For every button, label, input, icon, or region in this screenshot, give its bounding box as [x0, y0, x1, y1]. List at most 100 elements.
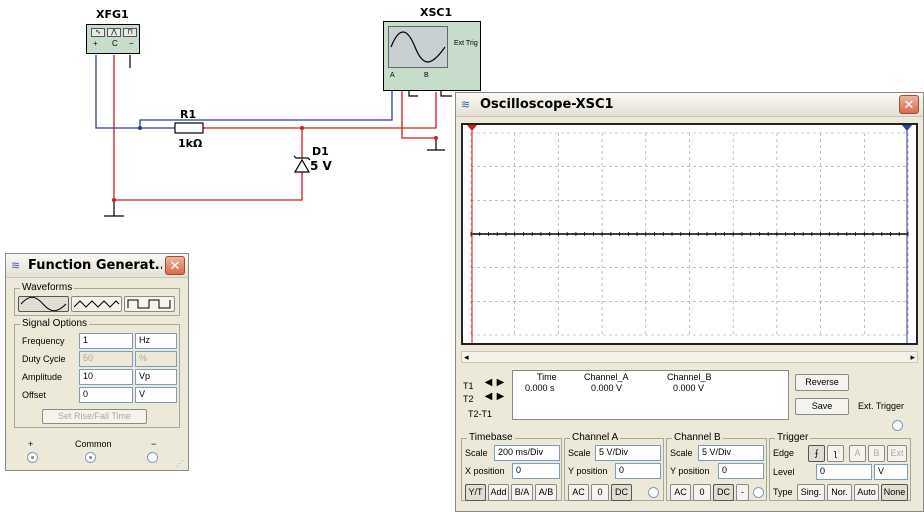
- t1-time-value: 0.000 s: [525, 383, 555, 393]
- xfg-plus-label: +: [93, 39, 98, 48]
- channel-a-terminal[interactable]: [648, 487, 659, 498]
- scope-display[interactable]: [461, 123, 918, 345]
- offset-input[interactable]: 0: [79, 387, 133, 403]
- oscilloscope-titlebar[interactable]: ≋ Oscilloscope-XSC1 ✕: [456, 93, 923, 117]
- rising-edge-button[interactable]: ⨍: [808, 445, 825, 462]
- t1-left-arrow[interactable]: ◀: [483, 378, 494, 389]
- xfg-common-label: C: [112, 39, 118, 48]
- reverse-button[interactable]: Reverse: [795, 374, 849, 391]
- amplitude-input[interactable]: 10: [79, 369, 133, 385]
- level-unit[interactable]: V: [874, 464, 908, 480]
- trigger-title: Trigger: [775, 432, 811, 443]
- trigger-group: Trigger Edge ⨍ ʅ A B Ext Level 0 V Type …: [769, 432, 911, 501]
- trigger-source-a-button[interactable]: A: [849, 445, 866, 462]
- sine-icon: ∿: [91, 28, 105, 37]
- scroll-left-icon[interactable]: ◂: [464, 352, 469, 363]
- normal-trigger-button[interactable]: Nor.: [827, 484, 852, 501]
- single-trigger-button[interactable]: Sing.: [797, 484, 825, 501]
- channel-a-scale-input[interactable]: 5 V/Div: [595, 445, 661, 461]
- offset-unit[interactable]: V: [135, 387, 177, 403]
- sine-wave-button[interactable]: [18, 296, 69, 312]
- channel-a-y-position-input[interactable]: 0: [615, 463, 661, 479]
- timebase-title: Timebase: [467, 432, 515, 443]
- channel-b-terminal[interactable]: [753, 487, 764, 498]
- close-button[interactable]: ✕: [165, 256, 185, 275]
- frequency-input[interactable]: 1: [79, 333, 133, 349]
- cursor-t2-marker: [902, 125, 912, 131]
- none-trigger-button[interactable]: None: [881, 484, 908, 501]
- col-time-header: Time: [537, 372, 557, 382]
- auto-trigger-button[interactable]: Auto: [854, 484, 879, 501]
- ext-trigger-terminal[interactable]: [892, 420, 903, 431]
- t2-right-arrow[interactable]: ▶: [495, 392, 506, 403]
- channel-b-minus-button[interactable]: -: [736, 484, 749, 501]
- triangle-wave-button[interactable]: [71, 296, 122, 312]
- channel-b-dc-button[interactable]: DC: [713, 484, 734, 501]
- sine-icon: [20, 296, 67, 312]
- terminal-common-radio[interactable]: [85, 452, 96, 463]
- scroll-right-icon[interactable]: ▸: [910, 352, 915, 363]
- channel-b-ac-button[interactable]: AC: [670, 484, 691, 501]
- channel-b-y-position-input[interactable]: 0: [718, 463, 764, 479]
- x-position-input[interactable]: 0: [512, 463, 560, 479]
- scope-screen-icon: [388, 26, 448, 68]
- offset-label: Offset: [22, 390, 46, 400]
- terminal-common-label: Common: [75, 439, 112, 449]
- t2-left-arrow[interactable]: ◀: [483, 392, 494, 403]
- d1-label: D1: [312, 145, 329, 158]
- falling-edge-button[interactable]: ʅ: [827, 445, 844, 462]
- t1-label: T1: [463, 381, 474, 391]
- cursor-readout-table: Time Channel_A Channel_B 0.000 s 0.000 V…: [512, 370, 789, 420]
- oscilloscope-title: Oscilloscope-XSC1: [480, 97, 614, 112]
- level-input[interactable]: 0: [816, 464, 872, 480]
- xsc-label: XSC1: [420, 6, 453, 19]
- terminal-plus-radio[interactable]: [27, 452, 38, 463]
- type-label: Type: [773, 487, 793, 497]
- a-over-b-button[interactable]: A/B: [535, 484, 557, 501]
- duty-cycle-input[interactable]: 50: [79, 351, 133, 367]
- add-button[interactable]: Add: [488, 484, 509, 501]
- channel-b-scale-input[interactable]: 5 V/Div: [698, 445, 764, 461]
- ext-trig-label: Ext Trig: [454, 40, 478, 47]
- channel-a-dc-button[interactable]: DC: [611, 484, 632, 501]
- function-generator-symbol[interactable]: ∿ ⋀ ⊓ + C −: [86, 24, 140, 54]
- d1-value: 5 V: [310, 159, 332, 173]
- function-generator-titlebar[interactable]: ≋ Function Generat... ✕: [6, 254, 188, 278]
- trigger-source-b-button[interactable]: B: [868, 445, 885, 462]
- scope-scrollbar[interactable]: ◂ ▸: [461, 351, 918, 363]
- col-channel-b-header: Channel_B: [667, 372, 712, 382]
- close-button[interactable]: ✕: [899, 95, 919, 114]
- amplitude-unit[interactable]: Vp: [135, 369, 177, 385]
- app-icon: ≋: [11, 260, 21, 272]
- channel-a-group: Channel A Scale 5 V/Div Y position 0 AC …: [564, 432, 664, 501]
- resize-grip-icon[interactable]: ⋰: [176, 459, 184, 468]
- signal-options-group: Signal Options Frequency 1 Hz Duty Cycle…: [14, 318, 180, 428]
- channel-b-zero-button[interactable]: 0: [693, 484, 711, 501]
- t1-right-arrow[interactable]: ▶: [495, 378, 506, 389]
- trigger-source-ext-button[interactable]: Ext: [887, 445, 907, 462]
- channel-b-title: Channel B: [672, 432, 723, 443]
- channel-b-y-position-label: Y position: [670, 466, 710, 476]
- terminal-minus-radio[interactable]: [147, 452, 158, 463]
- timebase-scale-input[interactable]: 200 ms/Div: [494, 445, 560, 461]
- x-position-label: X position: [465, 466, 505, 476]
- t1-channel-b-value: 0.000 V: [673, 383, 705, 393]
- set-rise-fall-time-button[interactable]: Set Rise/Fall Time: [42, 409, 147, 424]
- channel-a-y-position-label: Y position: [568, 466, 608, 476]
- timebase-scale-label: Scale: [465, 448, 488, 458]
- channel-b-group: Channel B Scale 5 V/Div Y position 0 AC …: [666, 432, 767, 501]
- frequency-unit[interactable]: Hz: [135, 333, 177, 349]
- channel-a-ac-button[interactable]: AC: [568, 484, 589, 501]
- square-wave-icon: [127, 299, 171, 309]
- channel-a-zero-button[interactable]: 0: [591, 484, 609, 501]
- duty-cycle-unit[interactable]: %: [135, 351, 177, 367]
- b-over-a-button[interactable]: B/A: [511, 484, 533, 501]
- channel-a-terminal-label: A: [390, 72, 395, 79]
- edge-label: Edge: [773, 448, 795, 458]
- square-wave-button[interactable]: [124, 296, 175, 312]
- save-button[interactable]: Save: [795, 398, 849, 415]
- yt-button[interactable]: Y/T: [465, 484, 486, 501]
- function-generator-window: ≋ Function Generat... ✕ Waveforms Signal…: [5, 253, 189, 471]
- waveforms-group: Waveforms: [14, 282, 180, 316]
- oscilloscope-symbol[interactable]: Ext Trig A B: [383, 21, 481, 91]
